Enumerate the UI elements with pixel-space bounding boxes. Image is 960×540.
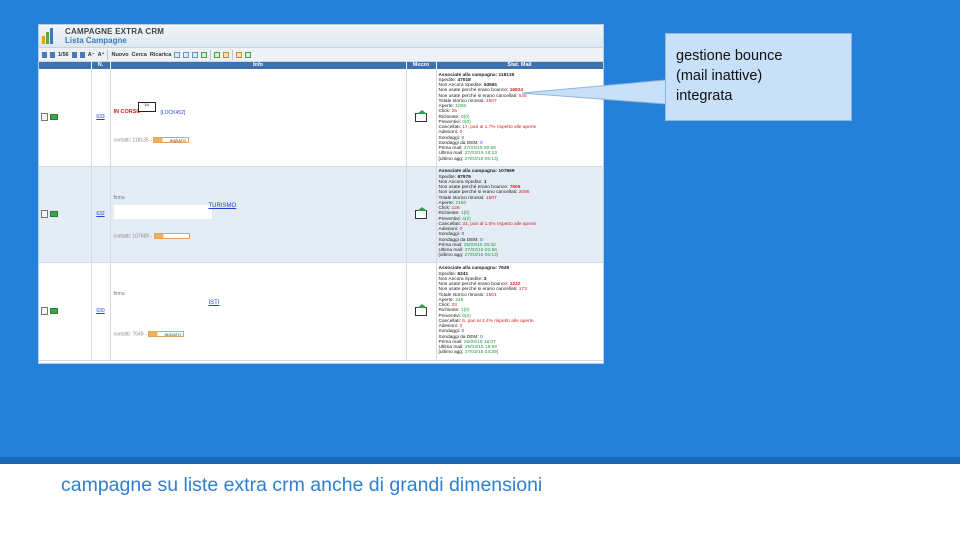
confirm-icon[interactable]: [245, 51, 252, 58]
search-button[interactable]: Cerca: [132, 52, 147, 58]
redacted-area: [113, 204, 212, 219]
table-row: 633 IN CORSO 1/4 [LOCK452] contatti: 118…: [39, 69, 603, 167]
send-icon[interactable]: [236, 51, 243, 58]
check-icon[interactable]: [201, 51, 208, 58]
progress-badge: 1/4: [137, 102, 156, 113]
contacts-count: contatti: 118135 - INIZIATO: [113, 136, 190, 144]
mail-icon[interactable]: [415, 303, 427, 316]
progress-bar: INIZIATO: [147, 331, 184, 338]
toolbar-separator: [107, 49, 109, 60]
progress-bar: [153, 233, 190, 240]
page-indicator: 1/56: [58, 51, 69, 58]
font-larger-icon[interactable]: A⁺: [98, 52, 105, 58]
lock-label[interactable]: [LOCK452]: [161, 110, 186, 116]
status-icon[interactable]: [50, 211, 58, 217]
campaign-table: N. Info Mezzo Stat. Mail 633 IN CORSO 1/…: [39, 62, 603, 361]
app-header: CAMPAGNE EXTRA CRM Lista Campagne: [39, 25, 603, 48]
slide-caption: campagne su liste extra crm anche di gra…: [61, 474, 543, 496]
document-icon[interactable]: [41, 210, 48, 218]
column-header-medium[interactable]: Mezzo: [406, 62, 437, 69]
mail-icon[interactable]: [415, 206, 427, 219]
next-page-icon[interactable]: [71, 51, 77, 58]
first-page-icon[interactable]: [42, 51, 47, 58]
status-icon[interactable]: [50, 308, 58, 314]
view-icon[interactable]: [174, 51, 181, 58]
import-icon[interactable]: [223, 51, 230, 58]
contacts-count: contatti: 7649 - INIZIATO: [113, 331, 184, 338]
campaign-link[interactable]: ISTI: [209, 300, 220, 306]
campaign-number[interactable]: 630: [91, 262, 111, 361]
app-title: CAMPAGNE EXTRA CRM: [65, 27, 165, 36]
toolbar-separator: [210, 49, 212, 60]
contacts-text: contatti: 107669 -: [113, 233, 153, 240]
signature-label: firma: [113, 290, 125, 297]
callout-box: gestione bounce (mail inattive) integrat…: [665, 33, 852, 121]
column-header-actions: [39, 62, 92, 69]
callout-line: integrata: [676, 88, 733, 104]
mail-stats: Associate alla campagna: 7649 Spedite: 6…: [438, 266, 534, 356]
contacts-text: contatti: 118135 -: [113, 137, 152, 144]
document-icon[interactable]: [41, 307, 48, 315]
grid-icon[interactable]: [192, 51, 199, 58]
font-smaller-icon[interactable]: A⁻: [88, 52, 95, 58]
progress-bar: INIZIATO: [153, 136, 190, 143]
column-header-info[interactable]: Info: [110, 62, 407, 69]
callout-line: (mail inattive): [676, 68, 763, 84]
reload-button[interactable]: Ricarica: [150, 52, 171, 58]
bounce-count: 16824: [509, 88, 524, 94]
table-row: 632 firma TURISMO contatti: 107669 - Ass…: [39, 166, 603, 263]
campaign-number[interactable]: 633: [91, 69, 111, 167]
export-icon[interactable]: [214, 51, 221, 58]
mail-stats: Associate alla campagna: 118135 Spedite:…: [438, 72, 537, 162]
app-logo-icon: [42, 28, 56, 44]
mail-stats: Associate alla campagna: 107669 Spedite:…: [438, 169, 537, 259]
callout-line: gestione bounce: [676, 48, 783, 64]
contacts-text: contatti: 7649 -: [113, 331, 147, 338]
column-header-stats[interactable]: Stat. Mail: [436, 62, 603, 69]
campaign-number[interactable]: 632: [91, 166, 111, 263]
slide-divider: [0, 457, 960, 464]
campaign-link[interactable]: TURISMO: [209, 203, 237, 209]
list-icon[interactable]: [183, 51, 190, 58]
last-page-icon[interactable]: [79, 51, 85, 58]
app-subtitle: Lista Campagne: [65, 36, 127, 45]
signature-label: firma: [113, 194, 125, 201]
toolbar: 1/56 A⁻ A⁺ Nuovo Cerca Ricarica: [39, 48, 603, 62]
toolbar-separator: [232, 49, 234, 60]
app-screenshot: CAMPAGNE EXTRA CRM Lista Campagne 1/56 A…: [38, 24, 604, 364]
column-header-num[interactable]: N.: [91, 62, 111, 69]
new-button[interactable]: Nuovo: [111, 52, 128, 58]
status-icon[interactable]: [50, 114, 58, 121]
mail-icon[interactable]: [415, 109, 427, 122]
contacts-count: contatti: 107669 -: [113, 233, 190, 240]
prev-page-icon[interactable]: [50, 51, 55, 58]
table-row: 630 firma ISTI contatti: 7649 - INIZIATO…: [39, 262, 603, 361]
document-icon[interactable]: [41, 113, 48, 122]
